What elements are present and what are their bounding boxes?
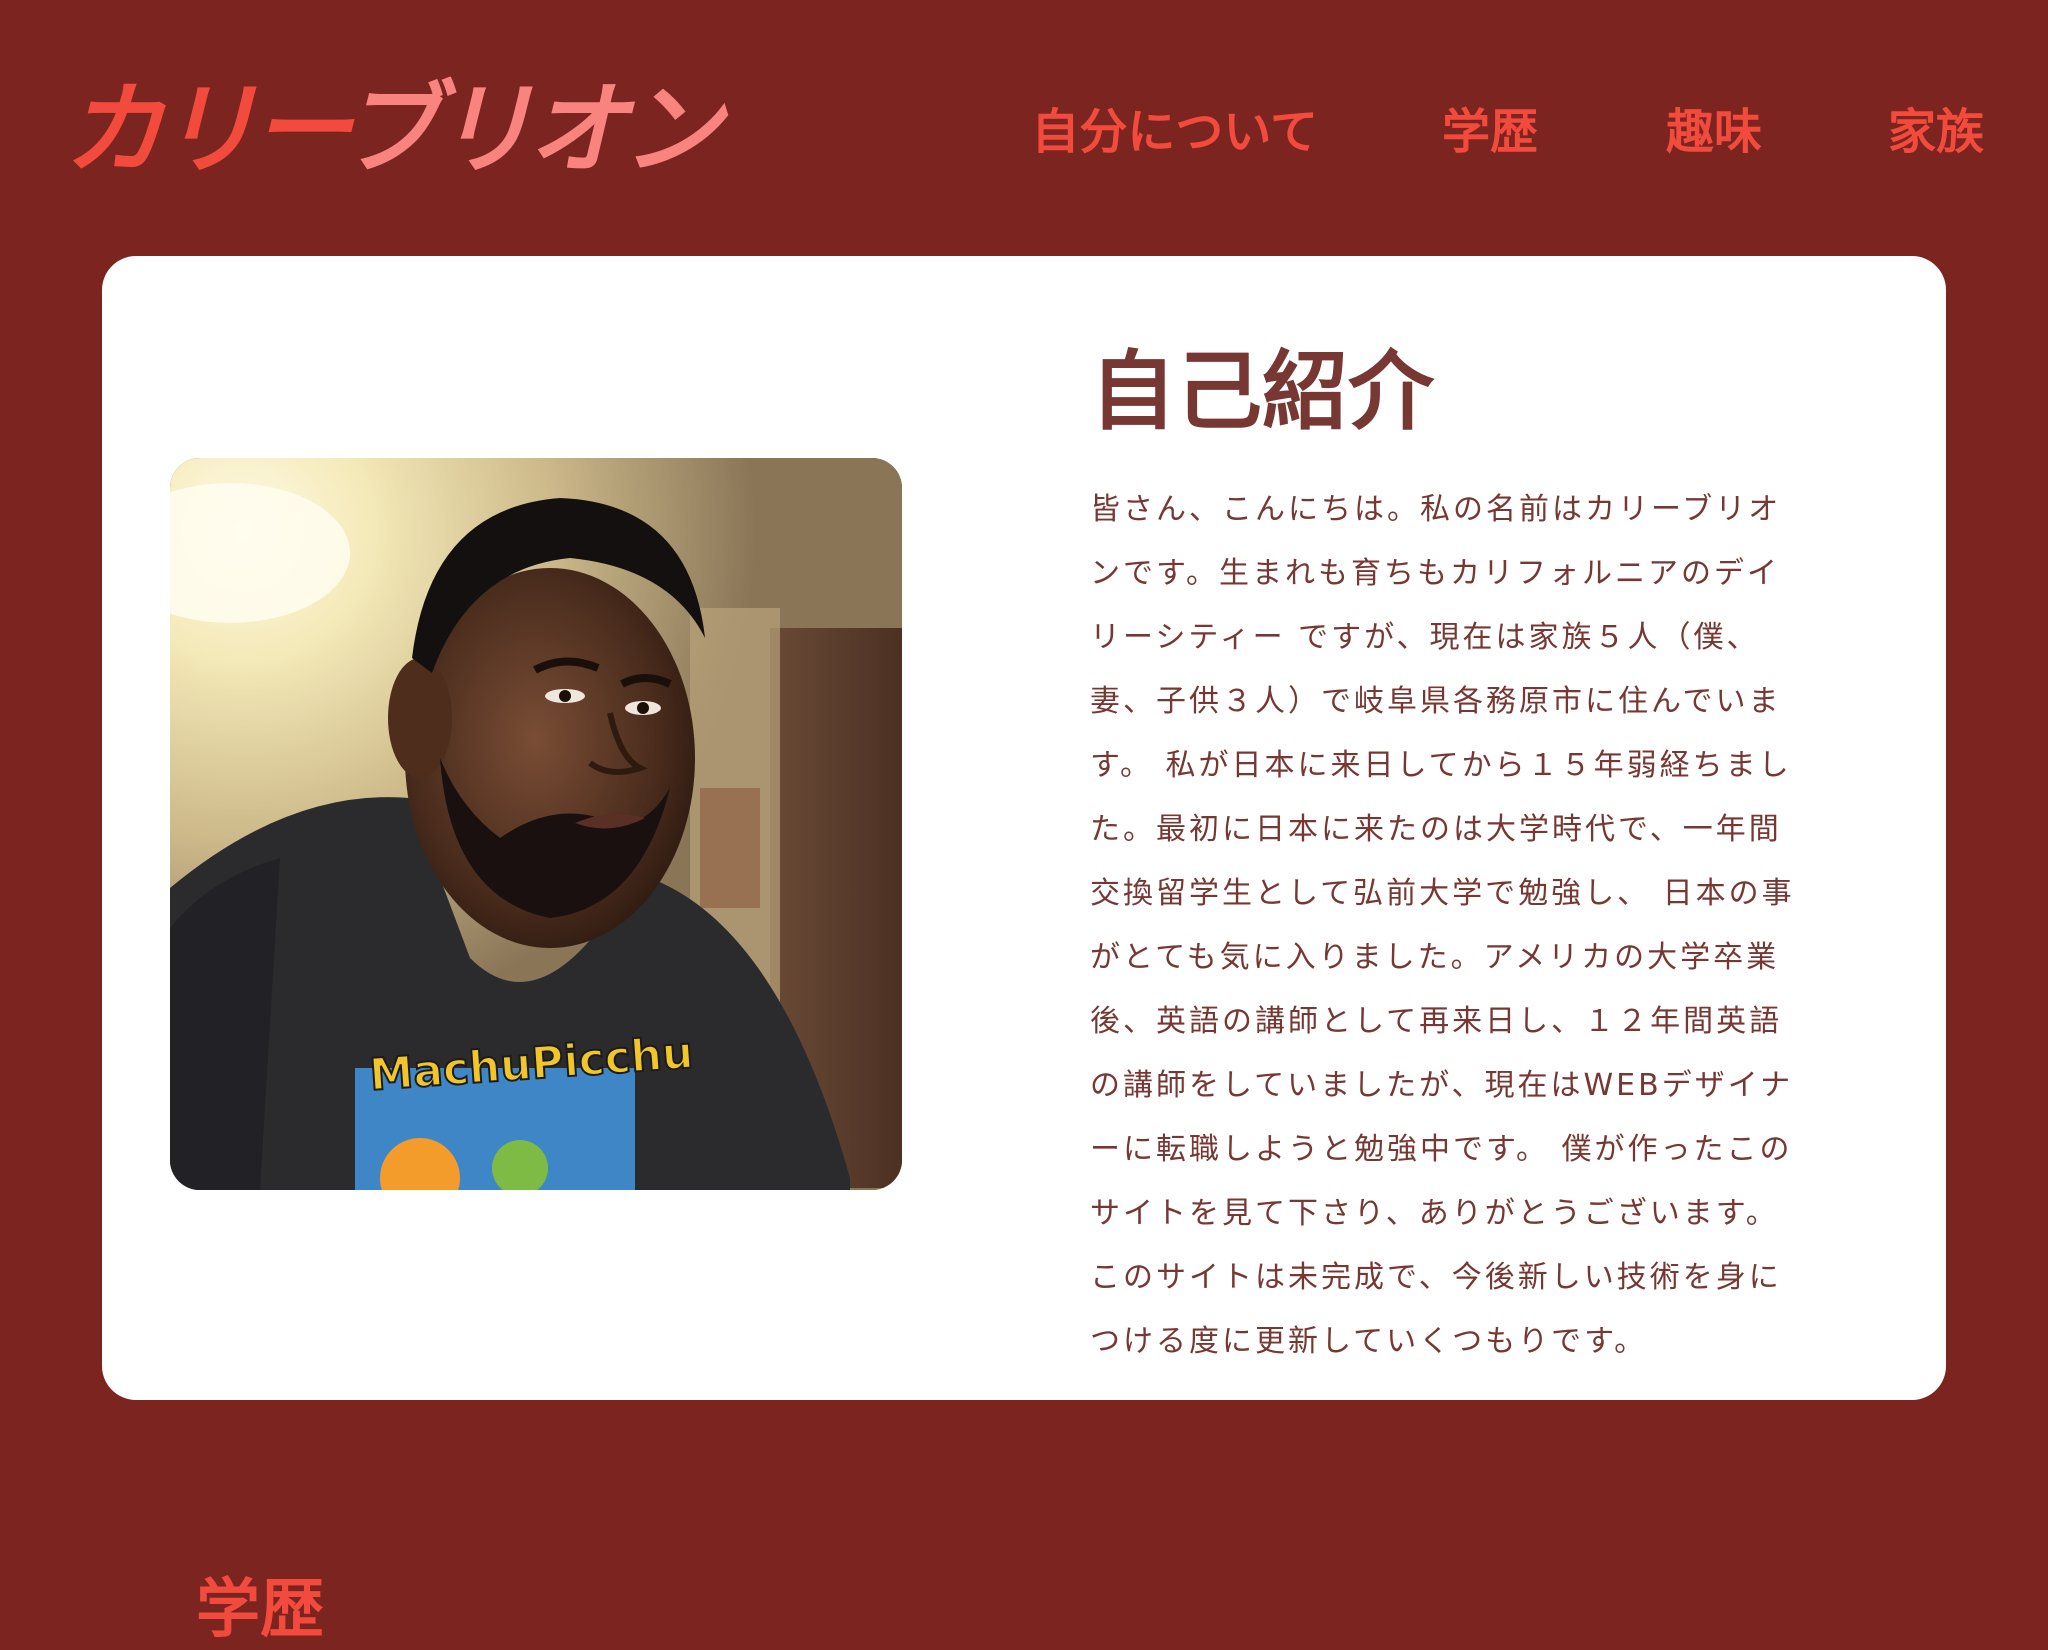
about-intro-text: 皆さん、こんにちは。私の名前はカリーブリオンです。生まれも育ちもカリフォルニアの…	[1090, 492, 1795, 1359]
profile-photo: MachuPicchu	[170, 458, 902, 1190]
about-card: MachuPicchu 自己紹介 皆さん、こんにちは。私の名前はカリーブリオンで…	[102, 256, 1946, 1400]
education-section-heading: 学歴	[196, 1573, 324, 1647]
nav-item-education[interactable]: 学歴	[1442, 96, 1538, 168]
nav-item-about[interactable]: 自分について	[1031, 96, 1318, 168]
about-title: 自己紹介	[1090, 342, 1434, 442]
site-logo[interactable]: カリーブリオン	[64, 60, 722, 200]
nav-item-hobbies[interactable]: 趣味	[1666, 96, 1762, 168]
site-header: カリーブリオン 自分について 学歴 趣味 家族	[0, 0, 2048, 260]
logo-last-name: ブリオン	[340, 71, 722, 188]
nav-item-family[interactable]: 家族	[1888, 96, 1984, 168]
logo-first-name: カリー	[64, 71, 346, 188]
profile-photo-image: MachuPicchu	[170, 458, 902, 1190]
main-nav: 自分について 学歴 趣味 家族	[1031, 96, 1984, 168]
